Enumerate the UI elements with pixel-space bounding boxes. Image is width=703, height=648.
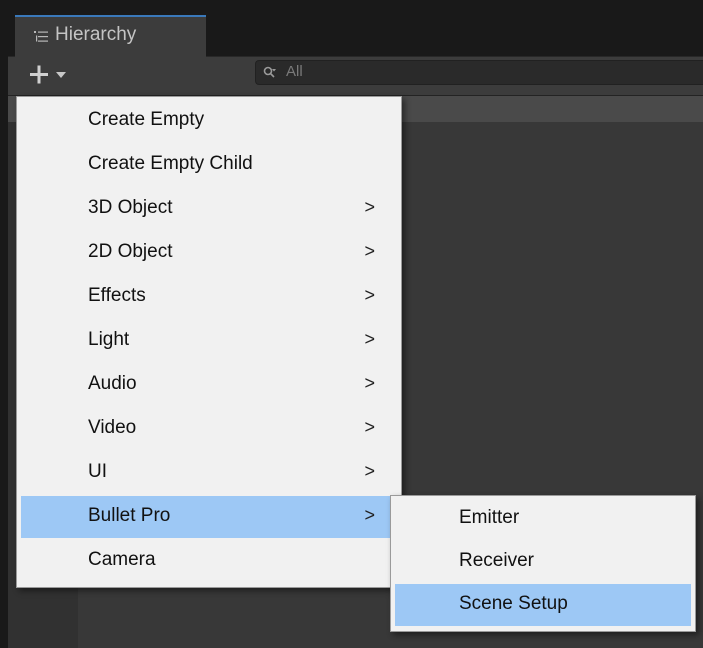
tab-title: Hierarchy bbox=[55, 24, 137, 45]
menu-item-label: Emitter bbox=[459, 507, 520, 528]
chevron-right-icon: > bbox=[364, 373, 375, 393]
chevron-right-icon: > bbox=[364, 461, 375, 481]
menu-item-label: Light bbox=[88, 329, 130, 350]
menu-item-3d-object[interactable]: 3D Object > bbox=[21, 188, 397, 230]
menu-item-label: UI bbox=[88, 461, 107, 482]
chevron-right-icon: > bbox=[364, 241, 375, 261]
menu-item-camera[interactable]: Camera bbox=[21, 540, 397, 582]
chevron-right-icon: > bbox=[364, 197, 375, 217]
chevron-right-icon: > bbox=[364, 285, 375, 305]
menu-item-video[interactable]: Video > bbox=[21, 408, 397, 450]
menu-item-label: Bullet Pro bbox=[88, 505, 171, 526]
menu-item-audio[interactable]: Audio > bbox=[21, 364, 397, 406]
bullet-pro-submenu: Emitter Receiver Scene Setup bbox=[390, 495, 696, 632]
menu-item-label: 3D Object bbox=[88, 197, 173, 218]
menu-item-label: Camera bbox=[88, 549, 156, 570]
menu-item-create-empty[interactable]: Create Empty bbox=[21, 100, 397, 142]
create-menu: Create Empty Create Empty Child 3D Objec… bbox=[16, 96, 402, 588]
chevron-right-icon: > bbox=[364, 505, 375, 525]
menu-item-label: 2D Object bbox=[88, 241, 173, 262]
tab-hierarchy[interactable]: Hierarchy bbox=[15, 15, 206, 57]
menu-item-2d-object[interactable]: 2D Object > bbox=[21, 232, 397, 274]
chevron-right-icon: > bbox=[364, 417, 375, 437]
chevron-down-icon bbox=[56, 72, 66, 78]
menu-item-ui[interactable]: UI > bbox=[21, 452, 397, 494]
plus-icon bbox=[30, 65, 66, 84]
menu-item-emitter[interactable]: Emitter bbox=[395, 498, 691, 540]
menu-item-label: Scene Setup bbox=[459, 593, 568, 614]
menu-item-label: Receiver bbox=[459, 550, 534, 571]
menu-item-bullet-pro[interactable]: Bullet Pro > bbox=[21, 496, 397, 538]
menu-item-create-empty-child[interactable]: Create Empty Child bbox=[21, 144, 397, 186]
search-icon bbox=[263, 66, 276, 78]
menu-item-scene-setup[interactable]: Scene Setup bbox=[395, 584, 691, 626]
search-input[interactable]: All bbox=[255, 60, 703, 85]
chevron-right-icon: > bbox=[364, 329, 375, 349]
list-icon bbox=[34, 31, 48, 42]
menu-item-receiver[interactable]: Receiver bbox=[395, 541, 691, 583]
menu-item-light[interactable]: Light > bbox=[21, 320, 397, 362]
menu-item-label: Video bbox=[88, 417, 137, 438]
menu-item-label: Create Empty bbox=[88, 109, 205, 130]
menu-item-label: Create Empty Child bbox=[88, 153, 253, 174]
menu-item-effects[interactable]: Effects > bbox=[21, 276, 397, 318]
add-button[interactable] bbox=[28, 62, 80, 88]
menu-item-label: Audio bbox=[88, 373, 137, 394]
menu-item-label: Effects bbox=[88, 285, 146, 306]
search-placeholder: All bbox=[286, 63, 303, 80]
